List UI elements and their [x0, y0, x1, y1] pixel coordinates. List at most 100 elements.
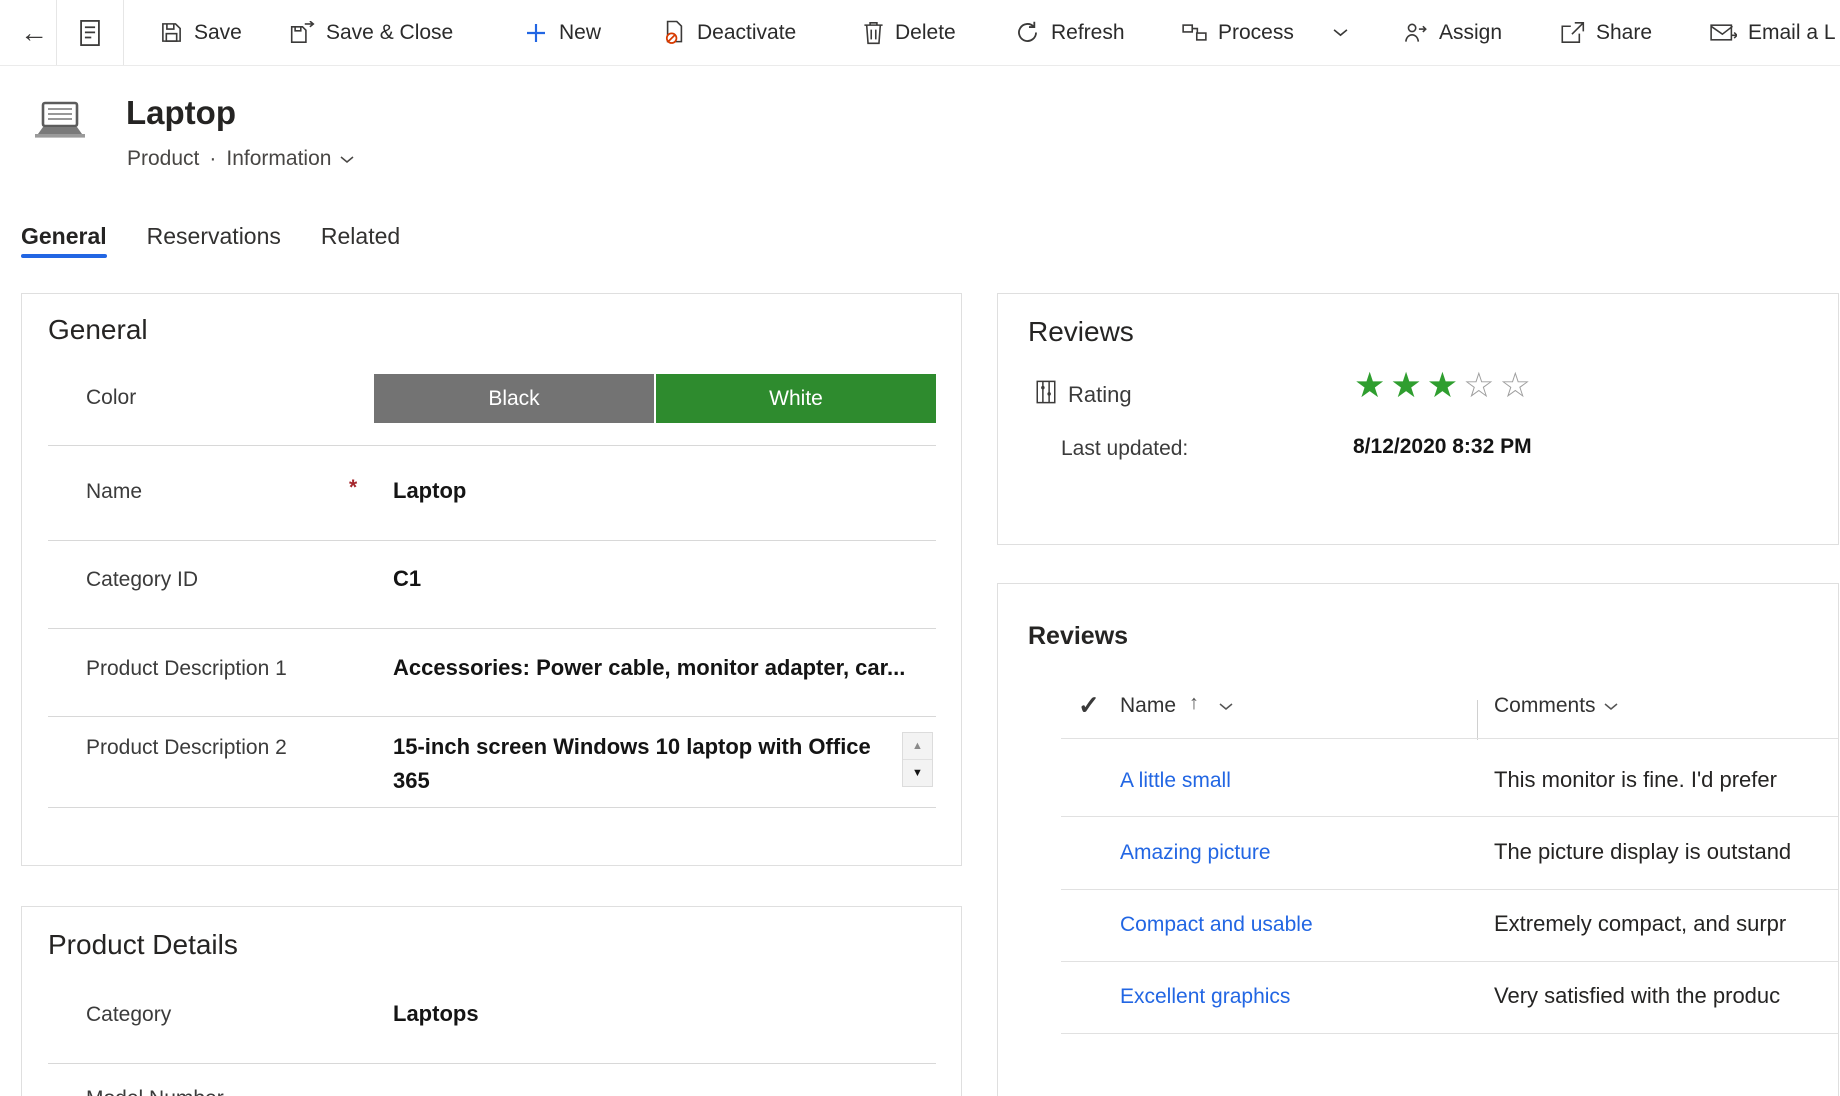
tab-related[interactable]: Related	[321, 212, 400, 260]
save-label: Save	[194, 21, 242, 45]
chevron-down-icon[interactable]	[1604, 702, 1618, 711]
new-label: New	[559, 21, 601, 45]
divider	[48, 716, 936, 717]
general-section-title: General	[48, 314, 148, 346]
tab-bar: General Reservations Related	[21, 212, 400, 260]
email-icon	[1710, 21, 1737, 44]
category-field-value[interactable]: Laptops	[393, 1001, 479, 1027]
share-button[interactable]: Share	[1560, 0, 1652, 65]
divider	[48, 807, 936, 808]
chevron-down-icon[interactable]	[1219, 702, 1233, 711]
tab-general[interactable]: General	[21, 212, 107, 260]
product-description-1-value[interactable]: Accessories: Power cable, monitor adapte…	[393, 655, 933, 681]
review-comment-cell: Extremely compact, and surpr	[1494, 911, 1839, 937]
header-divider	[1061, 738, 1839, 739]
category-id-field-value[interactable]: C1	[393, 566, 421, 592]
refresh-icon	[1015, 20, 1040, 45]
laptop-entity-icon	[32, 100, 88, 149]
trash-icon	[863, 20, 884, 45]
field-scrollbar[interactable]: ▲ ▼	[902, 732, 933, 787]
column-header-name[interactable]: Name	[1120, 694, 1176, 718]
assign-label: Assign	[1439, 21, 1502, 45]
rating-field-label: Rating	[1068, 382, 1132, 408]
star-icon: ★	[1390, 366, 1426, 405]
color-option-white[interactable]: White	[656, 374, 936, 423]
chevron-down-icon	[340, 155, 354, 164]
page-title: Laptop	[126, 94, 236, 132]
form-selector-button[interactable]	[56, 0, 124, 65]
refresh-label: Refresh	[1051, 21, 1125, 45]
product-details-section-title: Product Details	[48, 929, 238, 961]
last-updated-value: 8/12/2020 8:32 PM	[1353, 435, 1532, 459]
row-divider	[1061, 1033, 1839, 1034]
star-icon: ☆	[1500, 366, 1536, 405]
required-asterisk: *	[349, 476, 357, 500]
row-divider	[1061, 816, 1839, 817]
deactivate-label: Deactivate	[697, 21, 796, 45]
color-option-black[interactable]: Black	[374, 374, 654, 423]
save-icon	[160, 21, 183, 44]
rollup-rating-icon	[1036, 380, 1056, 404]
scroll-up-icon[interactable]: ▲	[903, 733, 932, 760]
process-dropdown-chevron[interactable]	[1333, 0, 1348, 65]
process-button[interactable]: Process	[1182, 0, 1294, 65]
reviews-summary-title: Reviews	[1028, 316, 1134, 348]
last-updated-label: Last updated:	[1061, 437, 1188, 461]
column-header-comments[interactable]: Comments	[1494, 694, 1596, 718]
select-all-checkmark-icon[interactable]: ✓	[1078, 690, 1100, 721]
category-id-field-label: Category ID	[86, 568, 198, 592]
star-icon: ☆	[1463, 366, 1499, 405]
back-arrow-icon: ←	[20, 17, 48, 49]
color-field-label: Color	[86, 386, 136, 410]
deactivate-icon	[663, 20, 686, 46]
share-icon	[1560, 21, 1585, 44]
color-option-set: Black White	[374, 374, 936, 423]
new-button[interactable]: New	[524, 0, 601, 65]
deactivate-button[interactable]: Deactivate	[663, 0, 796, 65]
review-name-link[interactable]: A little small	[1120, 769, 1231, 793]
email-link-button[interactable]: Email a L	[1710, 0, 1836, 65]
name-field-label: Name	[86, 480, 142, 504]
save-button[interactable]: Save	[160, 0, 242, 65]
product-description-1-label: Product Description 1	[86, 657, 287, 681]
delete-button[interactable]: Delete	[863, 0, 956, 65]
review-name-link[interactable]: Amazing picture	[1120, 841, 1271, 865]
scroll-down-icon[interactable]: ▼	[903, 760, 932, 786]
review-name-link[interactable]: Excellent graphics	[1120, 985, 1290, 1009]
sort-ascending-icon: ↑	[1189, 692, 1199, 715]
reviews-subgrid-card: Reviews ✓ Name ↑ Comments A little small…	[997, 583, 1839, 1096]
assign-button[interactable]: Assign	[1403, 0, 1502, 65]
delete-label: Delete	[895, 21, 956, 45]
review-comment-cell: The picture display is outstand	[1494, 839, 1839, 865]
refresh-button[interactable]: Refresh	[1015, 0, 1125, 65]
name-field-value[interactable]: Laptop	[393, 478, 466, 504]
star-icon: ★	[1427, 366, 1463, 405]
entity-type-label: Product	[127, 147, 199, 171]
email-link-label: Email a L	[1748, 21, 1836, 45]
back-button[interactable]: ←	[14, 0, 54, 65]
app-window: ← Save Save & Close New	[0, 0, 1840, 1096]
review-name-link[interactable]: Compact and usable	[1120, 913, 1313, 937]
reviews-subgrid-title: Reviews	[1028, 622, 1128, 651]
dot-separator: ·	[209, 147, 216, 171]
form-icon	[78, 19, 102, 47]
tab-reservations[interactable]: Reservations	[147, 212, 281, 260]
column-divider	[1477, 700, 1478, 740]
divider	[48, 445, 936, 446]
row-divider	[1061, 889, 1839, 890]
form-selector[interactable]: Information	[226, 147, 354, 171]
product-description-2-value[interactable]: 15-inch screen Windows 10 laptop with Of…	[393, 730, 898, 788]
command-bar: ← Save Save & Close New	[0, 0, 1840, 66]
save-and-close-button[interactable]: Save & Close	[290, 0, 453, 65]
review-comment-cell: This monitor is fine. I'd prefer	[1494, 767, 1839, 793]
product-description-2-label: Product Description 2	[86, 736, 287, 760]
save-close-icon	[290, 21, 315, 44]
divider	[48, 1063, 936, 1064]
general-section-card: General Color Black White Name * Laptop …	[21, 293, 962, 866]
plus-icon	[524, 21, 548, 45]
model-number-field-label: Model Number	[86, 1087, 224, 1096]
reviews-summary-card: Reviews Rating ★★★☆☆ Last updated: 8/12/…	[997, 293, 1839, 545]
form-selector-label: Information	[226, 147, 331, 171]
category-field-label: Category	[86, 1003, 171, 1027]
process-flow-icon	[1182, 21, 1207, 44]
